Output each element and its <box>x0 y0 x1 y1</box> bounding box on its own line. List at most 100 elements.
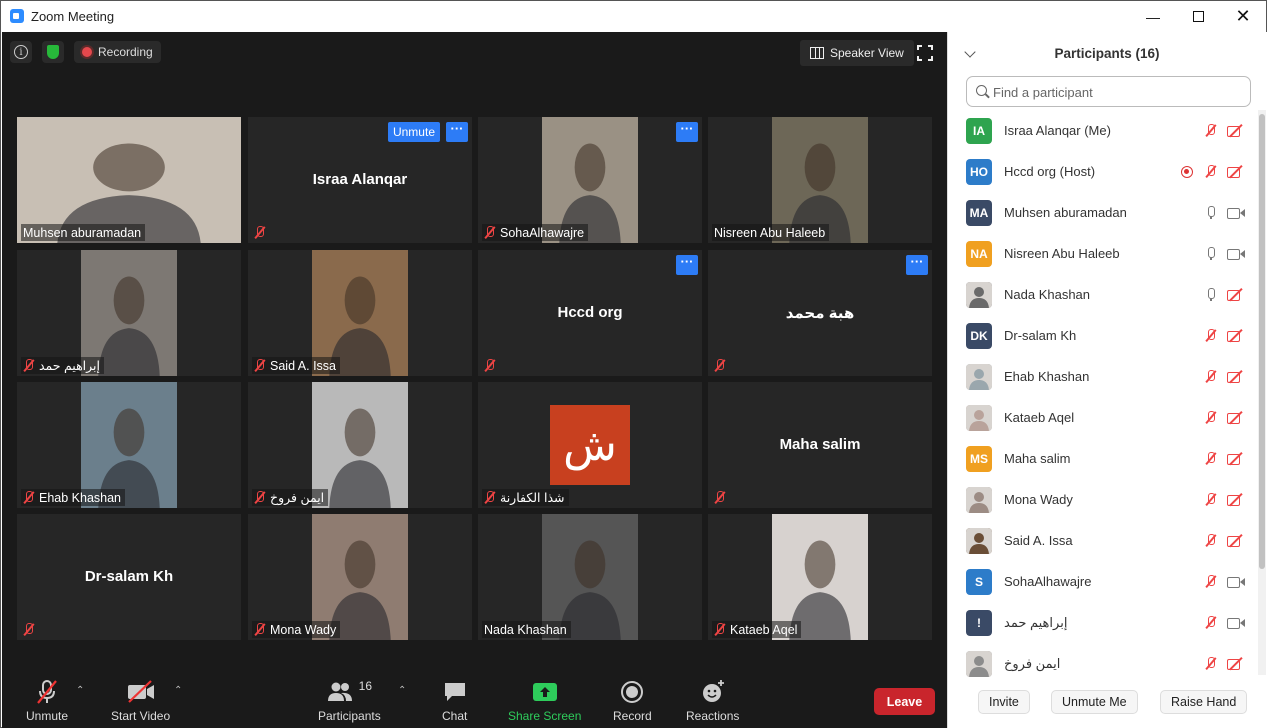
leave-button[interactable]: Leave <box>874 688 935 715</box>
participant-row[interactable]: ! إبراهيم حمد <box>948 602 1258 643</box>
participant-row[interactable]: Nada Khashan <box>948 274 1258 315</box>
participant-row[interactable]: MA Muhsen aburamadan <box>948 192 1258 233</box>
participant-row[interactable]: DK Dr-salam Kh <box>948 315 1258 356</box>
participant-row[interactable]: Ehab Khashan <box>948 356 1258 397</box>
invite-button[interactable]: Invite <box>978 690 1030 714</box>
record-button[interactable]: Record <box>613 679 652 723</box>
participant-name: Israa Alanqar (Me) <box>1004 123 1111 138</box>
participants-panel-header: Participants (16) <box>948 32 1258 76</box>
participant-name: Nada Khashan <box>484 622 567 637</box>
minimize-button[interactable]: — <box>1131 1 1175 32</box>
participant-search-box[interactable] <box>966 76 1251 107</box>
mic-off-icon <box>484 226 496 239</box>
fullscreen-icon[interactable] <box>917 45 933 61</box>
video-icon <box>1227 616 1245 629</box>
avatar: MA <box>966 200 992 226</box>
search-icon <box>976 85 987 96</box>
tile-more-button[interactable]: ··· <box>906 255 928 275</box>
chat-button[interactable]: Chat <box>442 679 467 723</box>
mic-off-icon <box>1205 493 1217 506</box>
security-shield-button[interactable] <box>42 41 64 63</box>
meeting-info-button[interactable]: i <box>10 41 32 63</box>
video-tile[interactable]: Mona Wady <box>248 514 472 640</box>
participant-list: IA Israa Alanqar (Me) HO Hccd org (Host) MA M… <box>948 110 1258 684</box>
video-tile[interactable]: Ehab Khashan <box>17 382 241 508</box>
tile-more-button[interactable]: ··· <box>446 122 468 142</box>
unmute-button[interactable]: Unmute <box>26 679 68 723</box>
participant-row[interactable]: IA Israa Alanqar (Me) <box>948 110 1258 151</box>
participant-row[interactable]: MS Maha salim <box>948 438 1258 479</box>
speaker-view-button[interactable]: Speaker View <box>800 40 914 66</box>
mic-off-icon <box>1205 124 1217 137</box>
share-screen-button[interactable]: Share Screen <box>508 679 581 723</box>
video-tile[interactable]: Said A. Issa <box>248 250 472 376</box>
video-options-caret-icon[interactable]: ⌃ <box>174 685 182 696</box>
tile-more-button[interactable]: ··· <box>676 255 698 275</box>
avatar: DK <box>966 323 992 349</box>
participant-name: Kataeb Aqel <box>1004 410 1075 425</box>
meeting-toolbar: Unmute ⌃ Start Video ⌃ 16 Participants ⌃… <box>2 673 947 728</box>
video-tile[interactable]: Nisreen Abu Haleeb <box>708 117 932 243</box>
video-tile[interactable]: Muhsen aburamadan <box>17 117 241 243</box>
participant-name: Ehab Khashan <box>1004 369 1090 384</box>
video-stage: i Recording Speaker View Muhsen aburamad… <box>2 32 947 728</box>
video-tile[interactable]: ايمن فروخ <box>248 382 472 508</box>
participant-row[interactable]: Mona Wady <box>948 479 1258 520</box>
participant-list-scrollbar[interactable] <box>1258 110 1266 675</box>
video-tile[interactable]: Kataeb Aqel <box>708 514 932 640</box>
participant-name-label: Kataeb Aqel <box>712 621 802 638</box>
video-tile[interactable]: هبة محمد ··· <box>708 250 932 376</box>
participant-row[interactable]: Said A. Issa <box>948 520 1258 561</box>
video-tile[interactable]: Israa Alanqar Unmute ··· <box>248 117 472 243</box>
participant-name-label: Ehab Khashan <box>21 489 126 506</box>
close-button[interactable]: ✕ <box>1221 1 1265 32</box>
participants-button[interactable]: 16 Participants <box>318 679 381 723</box>
audio-options-caret-icon[interactable]: ⌃ <box>76 685 84 696</box>
mic-off-icon <box>714 623 726 636</box>
mic-off-icon <box>1205 411 1217 424</box>
participant-name-label: Mona Wady <box>252 621 341 638</box>
participant-name: Muhsen aburamadan <box>1004 205 1127 220</box>
participant-row[interactable]: Kataeb Aqel <box>948 397 1258 438</box>
video-tile[interactable]: ش شذا الكفارنة <box>478 382 702 508</box>
participant-row[interactable]: ايمن فروخ <box>948 643 1258 684</box>
tile-unmute-button[interactable]: Unmute <box>387 122 440 142</box>
participants-options-caret-icon[interactable]: ⌃ <box>398 685 406 696</box>
video-tile[interactable]: Nada Khashan <box>478 514 702 640</box>
participant-name: Mona Wady <box>270 622 337 637</box>
mic-off-icon <box>254 359 266 372</box>
video-tile[interactable]: إبراهيم حمد <box>17 250 241 376</box>
mic-icon <box>1205 288 1217 302</box>
maximize-button[interactable] <box>1176 1 1220 32</box>
participant-name: ايمن فروخ <box>270 491 325 505</box>
participant-row[interactable]: HO Hccd org (Host) <box>948 151 1258 192</box>
avatar: NA <box>966 241 992 267</box>
participant-name: SohaAlhawajre <box>1004 574 1092 589</box>
reactions-button[interactable]: Reactions <box>686 679 739 723</box>
reactions-label: Reactions <box>686 709 740 723</box>
scrollbar-thumb[interactable] <box>1259 114 1265 569</box>
raise-hand-button[interactable]: Raise Hand <box>1160 690 1248 714</box>
participant-search-input[interactable] <box>993 83 1243 101</box>
start-video-button[interactable]: Start Video <box>111 679 170 723</box>
participant-row[interactable]: NA Nisreen Abu Haleeb <box>948 233 1258 274</box>
participant-name-label: إبراهيم حمد <box>21 357 104 374</box>
recording-indicator[interactable]: Recording <box>74 41 161 63</box>
speaker-view-label: Speaker View <box>830 46 904 60</box>
participant-display-name: Maha salim <box>779 436 861 453</box>
video-tile[interactable]: Dr-salam Kh <box>17 514 241 640</box>
video-tile[interactable]: Maha salim <box>708 382 932 508</box>
video-off-icon <box>1227 370 1245 383</box>
participant-name: Nisreen Abu Haleeb <box>1004 246 1120 261</box>
mic-off-icon <box>1205 329 1217 342</box>
tile-more-button[interactable]: ··· <box>676 122 698 142</box>
video-tile[interactable]: ··· SohaAlhawajre <box>478 117 702 243</box>
video-tile[interactable]: Hccd org ··· <box>478 250 702 376</box>
participant-name-label: Nisreen Abu Haleeb <box>712 224 830 241</box>
unmute-me-button[interactable]: Unmute Me <box>1051 690 1138 714</box>
participant-name: Nisreen Abu Haleeb <box>714 225 826 240</box>
participant-name-label: Nada Khashan <box>482 621 571 638</box>
participant-row[interactable]: S SohaAlhawajre <box>948 561 1258 602</box>
avatar <box>966 651 992 677</box>
participant-name: SohaAlhawajre <box>500 225 585 240</box>
